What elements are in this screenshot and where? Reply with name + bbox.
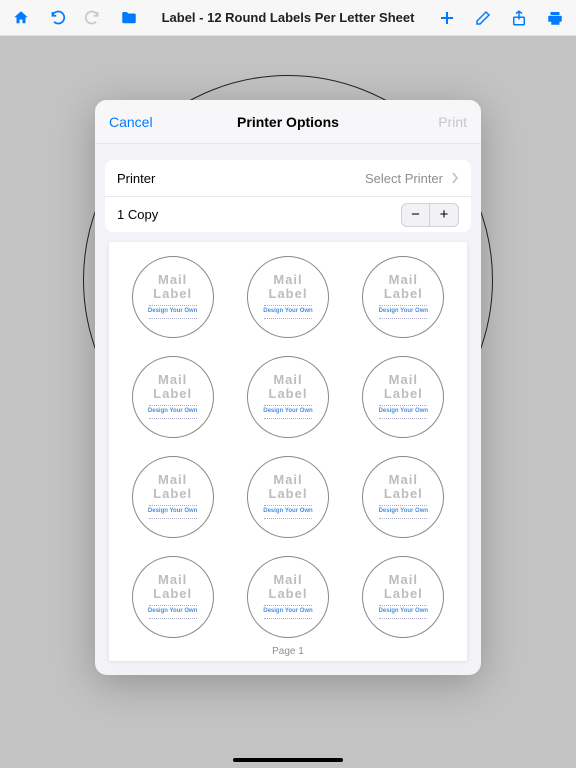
- label-divider: [149, 318, 197, 319]
- edit-icon[interactable]: [474, 9, 492, 27]
- printer-row[interactable]: Printer Select Printer: [105, 160, 471, 196]
- page-number: Page 1: [123, 646, 453, 657]
- redo-icon[interactable]: [84, 9, 102, 27]
- label-item: Mail Label Design Your Own: [362, 556, 444, 638]
- label-item: Mail Label Design Your Own: [362, 356, 444, 438]
- copies-label: 1 Copy: [117, 207, 158, 222]
- chevron-right-icon: [451, 172, 459, 184]
- label-line1: Mail: [158, 273, 187, 287]
- label-line3: Design Your Own: [148, 308, 197, 314]
- document-title: Label - 12 Round Labels Per Letter Sheet: [162, 10, 415, 25]
- label-item: Mail Label Design Your Own: [247, 356, 329, 438]
- copies-row: 1 Copy − +: [105, 196, 471, 232]
- share-icon[interactable]: [510, 9, 528, 27]
- printer-value: Select Printer: [365, 171, 443, 186]
- label-item: Mail Label Design Your Own: [362, 256, 444, 338]
- print-button[interactable]: Print: [438, 114, 467, 130]
- label-grid: Mail Label Design Your Own Mail Label De…: [123, 256, 453, 638]
- dialog-header: Cancel Printer Options Print: [95, 100, 481, 144]
- folder-icon[interactable]: [120, 9, 138, 27]
- home-icon[interactable]: [12, 9, 30, 27]
- home-indicator[interactable]: [233, 758, 343, 762]
- label-item: Mail Label Design Your Own: [132, 556, 214, 638]
- label-item: Mail Label Design Your Own: [247, 556, 329, 638]
- printer-label: Printer: [117, 171, 155, 186]
- label-item: Mail Label Design Your Own: [247, 256, 329, 338]
- label-item: Mail Label Design Your Own: [132, 356, 214, 438]
- undo-icon[interactable]: [48, 9, 66, 27]
- copies-stepper: − +: [401, 203, 459, 227]
- add-icon[interactable]: [438, 9, 456, 27]
- main-toolbar: Label - 12 Round Labels Per Letter Sheet: [0, 0, 576, 36]
- print-icon[interactable]: [546, 9, 564, 27]
- label-item: Mail Label Design Your Own: [132, 256, 214, 338]
- label-divider: [149, 305, 197, 306]
- decrement-button[interactable]: −: [402, 204, 430, 226]
- label-item: Mail Label Design Your Own: [362, 456, 444, 538]
- dialog-title: Printer Options: [237, 114, 339, 130]
- cancel-button[interactable]: Cancel: [109, 114, 153, 130]
- print-dialog: Cancel Printer Options Print Printer Sel…: [95, 100, 481, 675]
- label-item: Mail Label Design Your Own: [247, 456, 329, 538]
- label-line2: Label: [153, 287, 192, 301]
- print-settings-section: Printer Select Printer 1 Copy − +: [105, 160, 471, 232]
- print-preview[interactable]: Mail Label Design Your Own Mail Label De…: [109, 242, 467, 661]
- label-item: Mail Label Design Your Own: [132, 456, 214, 538]
- increment-button[interactable]: +: [430, 204, 458, 226]
